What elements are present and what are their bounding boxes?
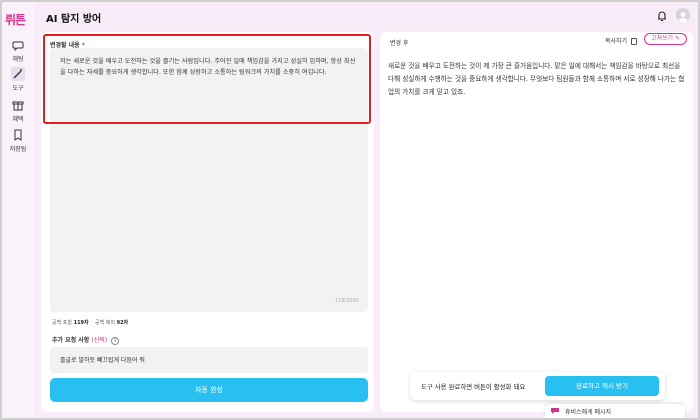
pencil-icon: ✎ [674, 35, 681, 42]
wand-icon [11, 67, 25, 81]
sidebar-item-label: 혜택 [12, 116, 24, 123]
chat-bubble-icon [12, 41, 24, 52]
bookmark-icon [14, 129, 22, 141]
sidebar-item-chat[interactable]: 채팅 [2, 38, 34, 63]
sidebar-item-label: 저장됨 [9, 146, 27, 153]
message-bar[interactable]: 휴비스에게 메시지 [545, 404, 685, 418]
copy-icon [631, 38, 638, 45]
highlight-box [43, 34, 371, 124]
sidebar-item-label: 도구 [12, 85, 24, 92]
result-label: 변경 후 [390, 40, 409, 47]
output-text: 새로운 것을 배우고 도전하는 것이 제 가장 큰 즐거움입니다. 맡은 일에 … [388, 62, 685, 96]
info-icon[interactable]: i [111, 336, 120, 345]
complete-button[interactable]: 완료하고 캐시 받기 [545, 376, 659, 396]
sidebar-item-label: 채팅 [12, 56, 24, 63]
extra-request-label-text: 추가 요청 사항 [52, 337, 90, 344]
optional-tag: (선택) [91, 337, 108, 344]
extra-request-label: 추가 요청 사항 (선택) i [52, 335, 120, 345]
auto-complete-button[interactable]: 자동 완성 [50, 378, 368, 402]
copy-button-label: 복사하기 [605, 38, 628, 45]
app-logo[interactable]: 뤼튼 [5, 11, 26, 28]
stats-incl-value: 119자 [73, 320, 89, 326]
sidebar-item-benefits[interactable]: 혜택 [2, 98, 34, 123]
extra-request-input[interactable]: 졸글로 말하듯 빼끄럽게 다듬어 줘 [50, 347, 368, 373]
char-counter: 119/2000 [335, 298, 359, 304]
sidebar-item-saved[interactable]: 저장됨 [2, 128, 34, 153]
char-stats: 공백 포함 119자 공백 제외 92자 [52, 319, 128, 326]
message-icon [551, 408, 559, 414]
sidebar-item-tools[interactable]: 도구 [2, 67, 34, 92]
completion-message: 도구 사용 완료하면 버튼이 활성화 돼요 [421, 383, 526, 391]
gift-icon [12, 101, 24, 111]
page-title: AI 탐지 방어 [46, 14, 102, 25]
message-bar-label: 휴비스에게 메시지 [565, 409, 612, 416]
stats-excl-value: 92자 [116, 320, 129, 326]
copy-button[interactable]: 복사하기 [605, 36, 638, 45]
avatar[interactable] [676, 8, 690, 22]
sidebar: 뤼튼 채팅 도구 혜택 저장됨 [2, 2, 34, 418]
bell-icon[interactable] [656, 10, 668, 22]
rewrite-button[interactable]: 고쳐쓰기 ✎ [644, 33, 687, 45]
stats-excl-label: 공백 제외 [95, 320, 115, 326]
rewrite-button-label: 고쳐쓰기 [650, 35, 674, 42]
stats-incl-label: 공백 포함 [52, 320, 72, 326]
